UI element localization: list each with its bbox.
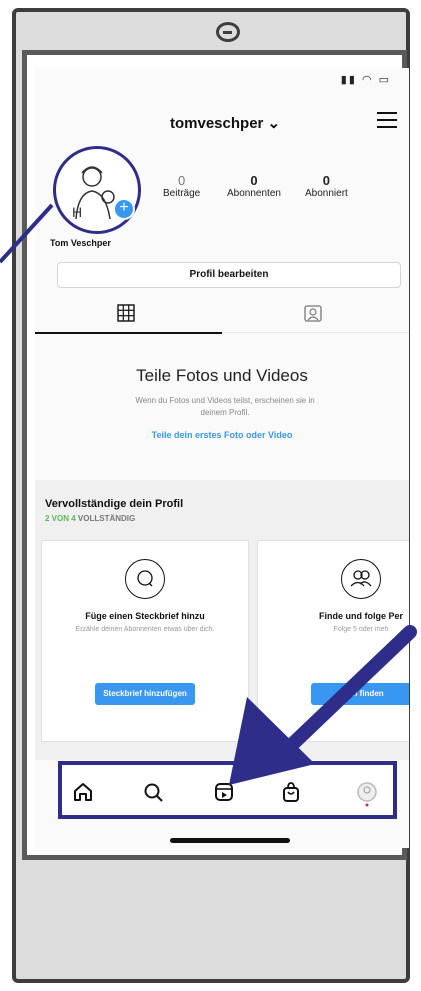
annotation-arrow-shaft (271, 625, 417, 765)
annotation-overlay (0, 203, 417, 785)
annotation-pointer-line (0, 203, 54, 264)
